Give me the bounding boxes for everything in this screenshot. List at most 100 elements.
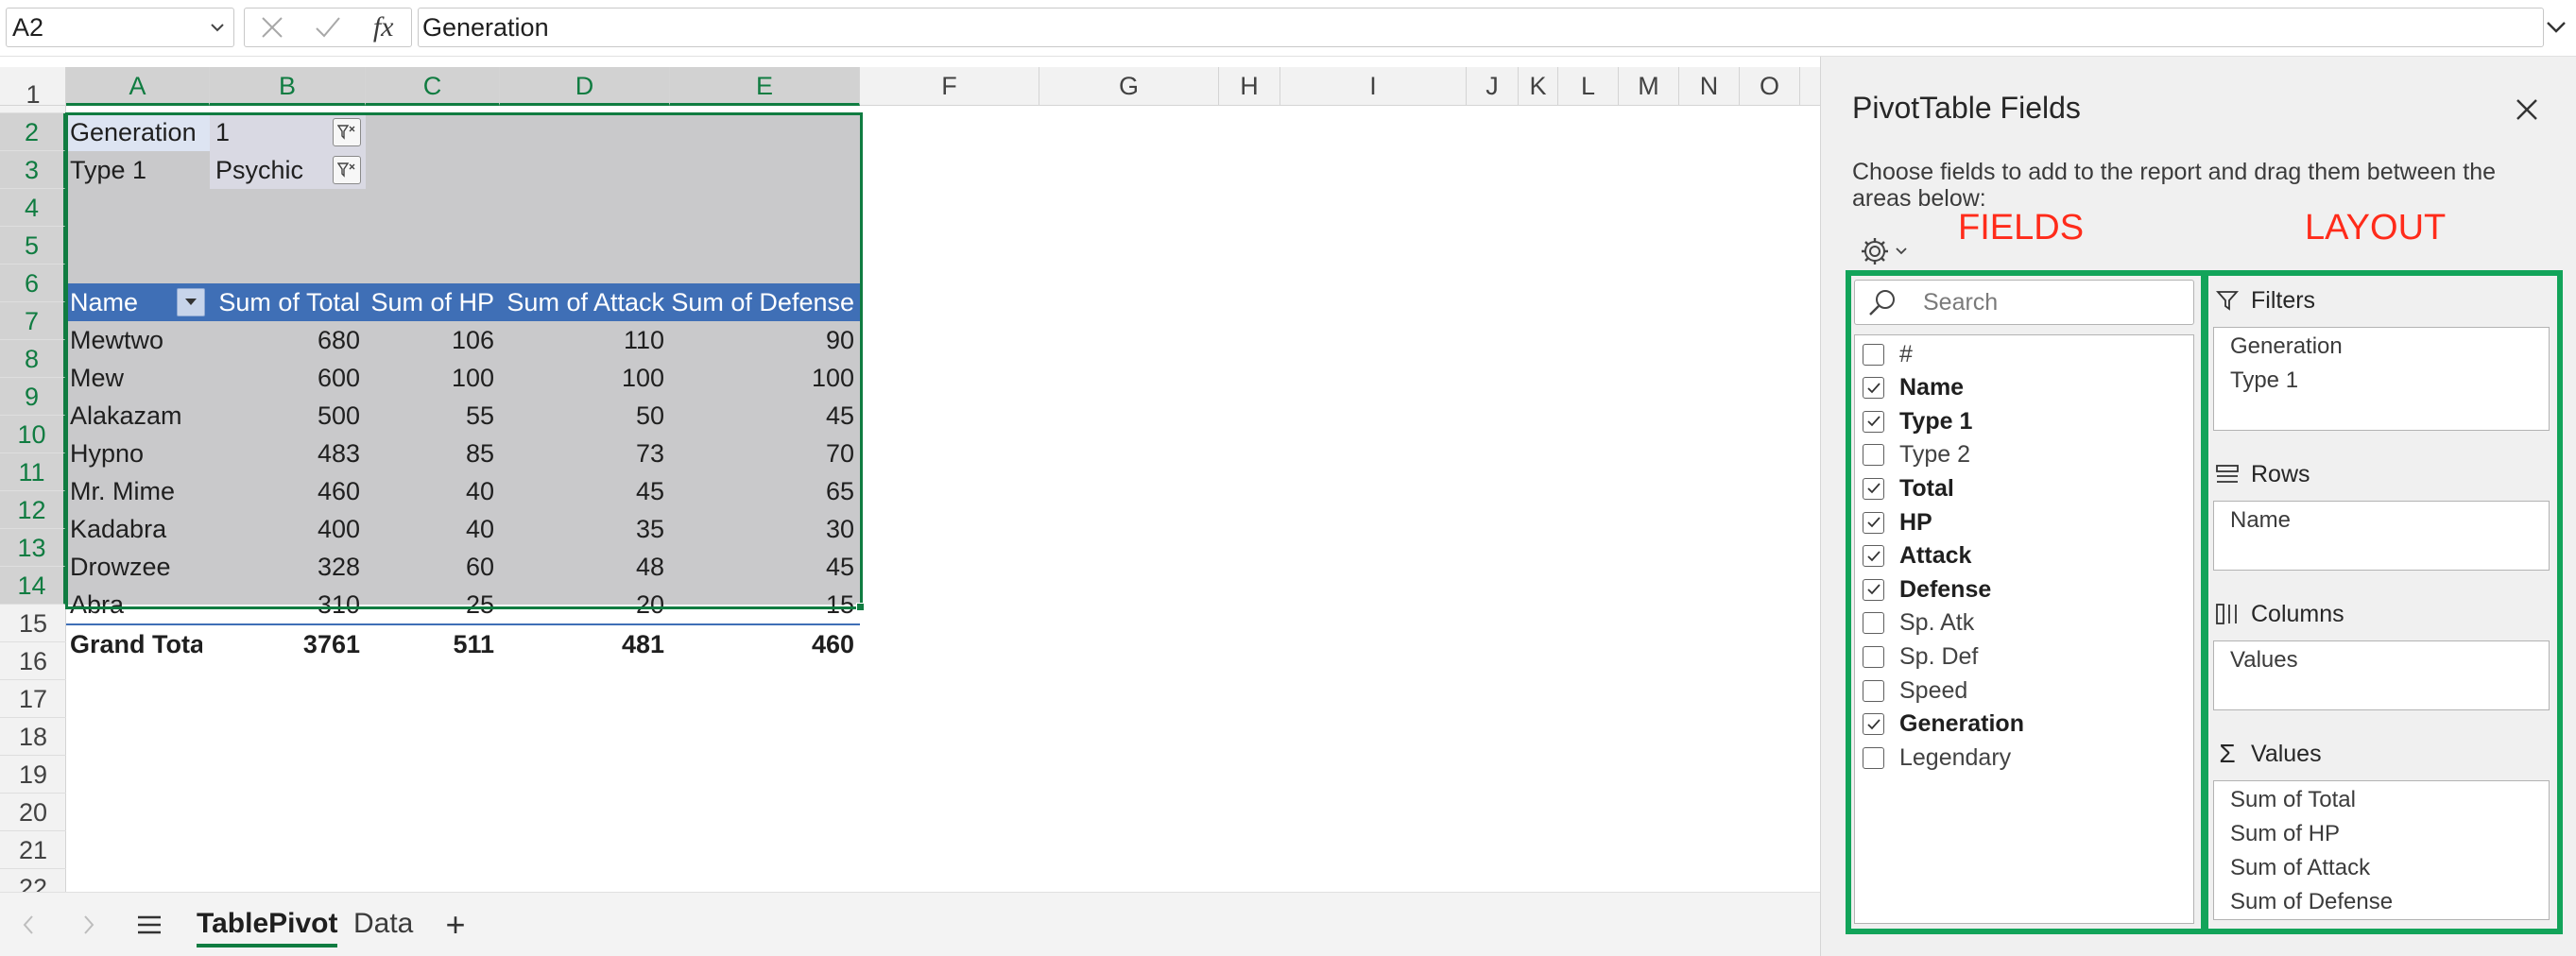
value-cell[interactable]: 100 <box>500 359 670 397</box>
value-cell[interactable]: 460 <box>670 625 860 663</box>
value-cell[interactable]: 25 <box>366 586 500 623</box>
value-cell[interactable]: 70 <box>670 435 860 472</box>
column-header[interactable]: F <box>860 67 1039 106</box>
row-header[interactable]: 1 <box>0 76 66 113</box>
expand-formula-icon[interactable] <box>2542 8 2570 47</box>
row-header[interactable]: 14 <box>0 567 66 605</box>
cancel-icon[interactable] <box>253 9 291 46</box>
value-cell[interactable]: 55 <box>366 397 500 435</box>
check-icon[interactable] <box>309 9 347 46</box>
value-cell[interactable]: 45 <box>670 397 860 435</box>
value-cell[interactable]: 100 <box>366 359 500 397</box>
row-header[interactable]: 16 <box>0 642 66 680</box>
fill-handle[interactable] <box>856 603 865 611</box>
value-cell[interactable]: 40 <box>366 510 500 548</box>
row-labels-dropdown-icon[interactable] <box>177 288 205 316</box>
row-label-cell[interactable]: Mew <box>70 359 202 397</box>
add-sheet-button[interactable]: + <box>437 905 474 944</box>
column-header[interactable]: C <box>366 67 500 106</box>
row-label-cell[interactable]: Kadabra <box>70 510 202 548</box>
value-cell[interactable]: 30 <box>670 510 860 548</box>
value-cell[interactable]: 73 <box>500 435 670 472</box>
filter-icon[interactable] <box>333 156 361 184</box>
sheet-tab-data[interactable]: Data <box>353 900 413 947</box>
row-label-cell[interactable]: Hypno <box>70 435 202 472</box>
row-header[interactable]: 17 <box>0 680 66 718</box>
row-header[interactable]: 18 <box>0 718 66 756</box>
row-label-cell[interactable]: Drowzee <box>70 548 202 586</box>
filter-icon[interactable] <box>333 118 361 146</box>
row-header[interactable]: 5 <box>0 227 66 265</box>
row-header[interactable]: 4 <box>0 189 66 227</box>
column-header[interactable]: D <box>500 67 670 106</box>
row-header[interactable]: 22 <box>0 869 66 892</box>
filter-field-type1[interactable]: Type 1 <box>66 151 210 189</box>
close-icon[interactable] <box>2510 93 2544 127</box>
tools-gear-icon[interactable] <box>1859 232 1915 270</box>
value-cell[interactable]: 40 <box>366 472 500 510</box>
value-cell[interactable]: 45 <box>670 548 860 586</box>
row-label-cell[interactable]: Mr. Mime <box>70 472 202 510</box>
formula-input[interactable]: Generation <box>418 8 2544 47</box>
row-header[interactable]: 20 <box>0 794 66 831</box>
row-header[interactable]: 12 <box>0 491 66 529</box>
row-header[interactable]: 11 <box>0 453 66 491</box>
column-header[interactable]: G <box>1039 67 1219 106</box>
row-header[interactable]: 8 <box>0 340 66 378</box>
row-label-cell[interactable]: Grand Total <box>70 625 202 663</box>
column-header[interactable]: J <box>1467 67 1519 106</box>
row-header[interactable]: 7 <box>0 302 66 340</box>
value-cell[interactable]: 481 <box>500 625 670 663</box>
pivot-header-hp[interactable]: Sum of HP <box>366 283 500 321</box>
value-cell[interactable]: 460 <box>210 472 366 510</box>
name-box[interactable]: A2 <box>6 8 234 47</box>
value-cell[interactable]: 680 <box>210 321 366 359</box>
column-header[interactable]: O <box>1740 67 1800 106</box>
row-header[interactable]: 2 <box>0 113 66 151</box>
column-header[interactable]: M <box>1619 67 1679 106</box>
value-cell[interactable]: 15 <box>670 586 860 623</box>
value-cell[interactable]: 60 <box>366 548 500 586</box>
value-cell[interactable]: 48 <box>500 548 670 586</box>
row-label-cell[interactable]: Mewtwo <box>70 321 202 359</box>
row-header[interactable]: 9 <box>0 378 66 416</box>
value-cell[interactable]: 600 <box>210 359 366 397</box>
sheet-tab-tablepivot[interactable]: TablePivot <box>197 900 338 947</box>
row-header[interactable]: 13 <box>0 529 66 567</box>
pivot-header-attack[interactable]: Sum of Attack <box>500 283 670 321</box>
column-header[interactable]: B <box>210 67 366 106</box>
row-header[interactable]: 15 <box>0 605 66 642</box>
value-cell[interactable]: 3761 <box>210 625 366 663</box>
value-cell[interactable]: 106 <box>366 321 500 359</box>
value-cell[interactable]: 35 <box>500 510 670 548</box>
all-sheets-menu-icon[interactable] <box>130 906 168 944</box>
value-cell[interactable]: 65 <box>670 472 860 510</box>
value-cell[interactable]: 483 <box>210 435 366 472</box>
row-header[interactable]: 19 <box>0 756 66 794</box>
scroll-left-icon[interactable] <box>9 906 47 944</box>
value-cell[interactable]: 328 <box>210 548 366 586</box>
value-cell[interactable]: 110 <box>500 321 670 359</box>
worksheet-grid[interactable]: ABCDEFGHIJKLMNO 1 2 3 4 5 6 7 8 9 10 11 12 13 14 15 16 1… <box>0 57 1820 892</box>
column-header[interactable]: E <box>670 67 860 106</box>
row-header[interactable]: 21 <box>0 831 66 869</box>
value-cell[interactable]: 400 <box>210 510 366 548</box>
value-cell[interactable]: 20 <box>500 586 670 623</box>
row-label-cell[interactable]: Alakazam <box>70 397 202 435</box>
filter-field-generation[interactable]: Generation <box>66 113 210 151</box>
column-header[interactable]: I <box>1280 67 1467 106</box>
pivot-table[interactable]: Generation 1 Type 1 Psychic Name Sum of … <box>66 113 860 658</box>
column-header[interactable]: A <box>66 67 210 106</box>
chevron-down-icon[interactable] <box>207 9 228 46</box>
pivot-header-defense[interactable]: Sum of Defense <box>670 283 860 321</box>
value-cell[interactable]: 500 <box>210 397 366 435</box>
value-cell[interactable]: 50 <box>500 397 670 435</box>
value-cell[interactable]: 45 <box>500 472 670 510</box>
row-header[interactable]: 6 <box>0 265 66 302</box>
insert-function-icon[interactable]: fx <box>365 9 403 46</box>
value-cell[interactable]: 310 <box>210 586 366 623</box>
scroll-right-icon[interactable] <box>70 906 108 944</box>
value-cell[interactable]: 511 <box>366 625 500 663</box>
column-header[interactable]: H <box>1219 67 1280 106</box>
column-header[interactable]: L <box>1558 67 1619 106</box>
